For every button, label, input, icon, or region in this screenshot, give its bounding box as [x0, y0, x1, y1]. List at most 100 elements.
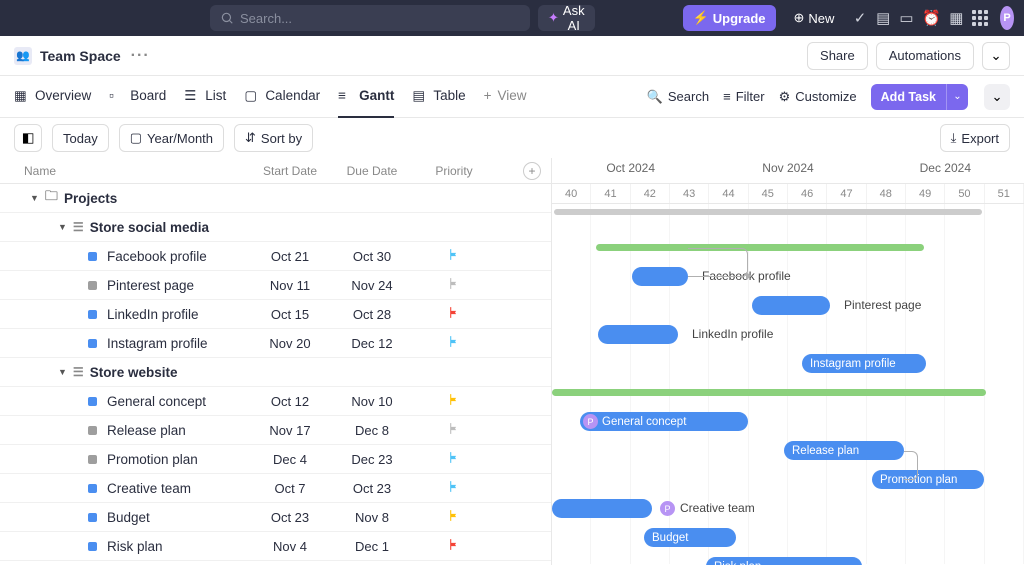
clipboard-icon[interactable]: ▤	[876, 5, 891, 31]
export-button[interactable]: ⤓Export	[940, 124, 1010, 152]
automations-button[interactable]: Automations	[876, 42, 974, 70]
zoom-button[interactable]: ▢Year/Month	[119, 124, 224, 152]
status-icon[interactable]	[88, 397, 97, 406]
ask-ai-button[interactable]: ✦ Ask AI	[538, 5, 595, 31]
gantt-bar[interactable]: Risk plan	[706, 557, 862, 565]
start-date[interactable]: Oct 7	[249, 481, 331, 496]
status-icon[interactable]	[88, 281, 97, 290]
gantt-bar[interactable]: General concept	[580, 412, 748, 431]
status-icon[interactable]	[88, 339, 97, 348]
customize-button[interactable]: ⚙Customize	[779, 89, 857, 105]
summary-bar[interactable]	[596, 244, 924, 251]
space-title[interactable]: Team Space	[40, 48, 121, 64]
due-date[interactable]: Oct 30	[331, 249, 413, 264]
global-search[interactable]: Search...	[210, 5, 530, 31]
timeline-pane[interactable]: Oct 2024Nov 2024Dec 2024 404142434445464…	[552, 158, 1024, 565]
priority-flag[interactable]	[413, 422, 495, 438]
automations-dropdown[interactable]: ⌄	[982, 42, 1010, 70]
status-icon[interactable]	[88, 455, 97, 464]
sidebar-toggle-button[interactable]: ◧	[14, 124, 42, 152]
status-icon[interactable]	[88, 426, 97, 435]
task-row[interactable]: LinkedIn profile Oct 15 Oct 28	[0, 300, 551, 329]
due-date[interactable]: Dec 1	[331, 539, 413, 554]
apps-icon[interactable]	[972, 5, 988, 31]
status-icon[interactable]	[88, 513, 97, 522]
task-row[interactable]: Risk plan Nov 4 Dec 1	[0, 532, 551, 561]
alarm-icon[interactable]: ⏰	[922, 5, 941, 31]
share-button[interactable]: Share	[807, 42, 868, 70]
new-button[interactable]: ⊕ New	[784, 5, 845, 31]
start-date[interactable]: Oct 15	[249, 307, 331, 322]
upgrade-button[interactable]: ⚡ Upgrade	[683, 5, 776, 31]
tab-overview[interactable]: ▦Overview	[14, 76, 91, 118]
tab-table[interactable]: ▤Table	[412, 76, 465, 118]
filter-button[interactable]: ≡Filter	[723, 89, 764, 104]
tab-calendar[interactable]: ▢Calendar	[244, 76, 320, 118]
today-button[interactable]: Today	[52, 124, 109, 152]
due-date[interactable]: Dec 23	[331, 452, 413, 467]
collapse-button[interactable]: ⌄	[984, 84, 1010, 110]
more-menu[interactable]: ···	[131, 47, 150, 65]
assignee-avatar[interactable]: P	[660, 501, 675, 516]
start-date[interactable]: Nov 11	[249, 278, 331, 293]
gantt-bar[interactable]: Release plan	[784, 441, 904, 460]
start-date[interactable]: Dec 4	[249, 452, 331, 467]
priority-flag[interactable]	[413, 335, 495, 351]
sort-button[interactable]: ⇵Sort by	[234, 124, 313, 152]
chevron-down-icon[interactable]: ▼	[58, 222, 67, 232]
start-date[interactable]: Nov 4	[249, 539, 331, 554]
due-date[interactable]: Dec 12	[331, 336, 413, 351]
due-date[interactable]: Nov 24	[331, 278, 413, 293]
due-date[interactable]: Nov 8	[331, 510, 413, 525]
chevron-down-icon[interactable]: ▼	[58, 367, 67, 377]
due-date[interactable]: Oct 23	[331, 481, 413, 496]
due-date[interactable]: Nov 10	[331, 394, 413, 409]
gantt-bar[interactable]: Promotion plan	[872, 470, 984, 489]
start-date[interactable]: Nov 17	[249, 423, 331, 438]
add-task-dropdown[interactable]: ⌄	[946, 84, 968, 110]
list-row[interactable]: ▼☰Store social media	[0, 213, 551, 242]
priority-flag[interactable]	[413, 480, 495, 496]
start-date[interactable]: Nov 20	[249, 336, 331, 351]
gantt-bar[interactable]: Budget	[644, 528, 736, 547]
task-row[interactable]: Budget Oct 23 Nov 8	[0, 503, 551, 532]
status-icon[interactable]	[88, 252, 97, 261]
assignee-avatar[interactable]: P	[583, 414, 598, 429]
task-row[interactable]: Pinterest page Nov 11 Nov 24	[0, 271, 551, 300]
priority-flag[interactable]	[413, 509, 495, 525]
task-row[interactable]: General concept Oct 12 Nov 10	[0, 387, 551, 416]
status-icon[interactable]	[88, 310, 97, 319]
check-circle-icon[interactable]: ✓	[852, 5, 867, 31]
status-icon[interactable]	[88, 484, 97, 493]
priority-flag[interactable]	[413, 538, 495, 554]
col-start[interactable]: Start Date	[249, 164, 331, 178]
task-row[interactable]: Release plan Nov 17 Dec 8	[0, 416, 551, 445]
col-name[interactable]: Name	[24, 164, 249, 178]
doc-icon[interactable]: ▦	[949, 5, 964, 31]
start-date[interactable]: Oct 23	[249, 510, 331, 525]
gantt-bar[interactable]	[752, 296, 830, 315]
task-row[interactable]: Promotion plan Dec 4 Dec 23	[0, 445, 551, 474]
add-view-button[interactable]: +View	[484, 76, 527, 118]
start-date[interactable]: Oct 12	[249, 394, 331, 409]
add-task-button[interactable]: Add Task	[871, 84, 946, 110]
task-row[interactable]: Creative team Oct 7 Oct 23	[0, 474, 551, 503]
priority-flag[interactable]	[413, 451, 495, 467]
gantt-bar[interactable]	[552, 499, 652, 518]
tab-gantt[interactable]: ≡Gantt	[338, 76, 394, 118]
gantt-bar[interactable]	[598, 325, 678, 344]
col-priority[interactable]: Priority	[413, 164, 495, 178]
summary-bar[interactable]	[552, 389, 986, 396]
user-avatar[interactable]: P	[1000, 6, 1014, 30]
start-date[interactable]: Oct 21	[249, 249, 331, 264]
due-date[interactable]: Oct 28	[331, 307, 413, 322]
view-search-button[interactable]: 🔍Search	[647, 89, 709, 105]
priority-flag[interactable]	[413, 393, 495, 409]
tab-list[interactable]: ☰List	[184, 76, 226, 118]
gantt-bar[interactable]: Instagram profile	[802, 354, 926, 373]
col-due[interactable]: Due Date	[331, 164, 413, 178]
video-icon[interactable]: ▭	[899, 5, 914, 31]
list-row[interactable]: ▼☰Store website	[0, 358, 551, 387]
tab-board[interactable]: ▫Board	[109, 76, 166, 118]
task-row[interactable]: Facebook profile Oct 21 Oct 30	[0, 242, 551, 271]
